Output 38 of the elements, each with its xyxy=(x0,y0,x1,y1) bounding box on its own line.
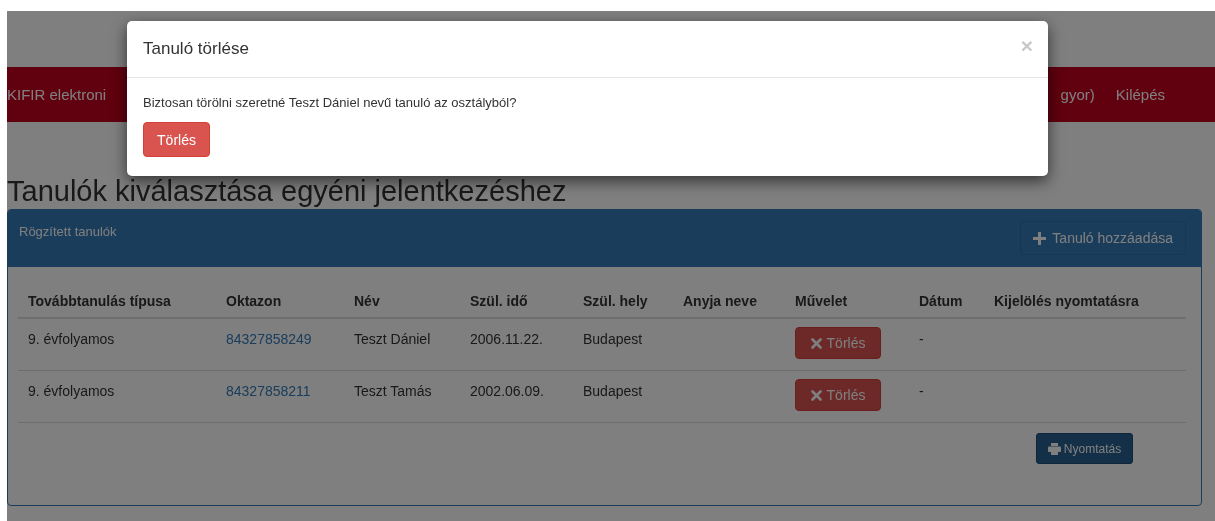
x-icon xyxy=(810,337,822,349)
table-cell: 2002.06.09. xyxy=(460,371,573,423)
column-header: Anyja neve xyxy=(673,286,785,319)
nav-link[interactable]: Kilépés xyxy=(1115,86,1165,103)
column-header: Oktazon xyxy=(216,286,344,319)
column-header: Művelet xyxy=(785,286,909,319)
table-cell: 2006.11.22. xyxy=(460,319,573,371)
page-title: Tanulók kiválasztása egyéni jelentkezéshez xyxy=(7,175,568,209)
delete-button[interactable]: Törlés xyxy=(143,122,210,157)
table-cell: Teszt Dániel xyxy=(344,319,460,371)
table-cell: 9. évfolyamos xyxy=(18,319,216,371)
column-header: Név xyxy=(344,286,460,319)
table-cell: Teszt Tamás xyxy=(344,371,460,423)
nav-link[interactable]: gyor) xyxy=(1060,86,1095,103)
oktazon-link[interactable]: 84327858249 xyxy=(226,331,312,347)
column-header: Dátum xyxy=(909,286,984,319)
column-header: Továbbtanulás típusa xyxy=(18,286,216,319)
panel-title: Rögzített tanulók xyxy=(19,224,117,239)
confirm-message: Biztosan törölni szeretné Teszt Dániel nevű tanuló az osztályból? xyxy=(143,95,518,110)
printer-icon xyxy=(1047,442,1061,455)
oktazon-link[interactable]: 84327858211 xyxy=(226,383,311,399)
close-button[interactable]: × xyxy=(1020,34,1033,58)
table-cell: - xyxy=(909,371,984,423)
modal-title: Tanuló törlése xyxy=(143,39,249,59)
column-header: Szül. idő xyxy=(460,286,573,319)
add-student-button[interactable]: Tanuló hozzáadása xyxy=(1020,221,1186,255)
plus-icon xyxy=(1033,231,1047,245)
delete-button[interactable]: Törlés xyxy=(795,379,881,411)
navbar-brand[interactable]: KIFIR elektroni xyxy=(7,86,107,103)
delete-button[interactable]: Törlés xyxy=(795,327,881,359)
table-cell: - xyxy=(909,319,984,371)
table-cell: Budapest xyxy=(573,319,673,371)
column-header: Kijelölés nyomtatásra xyxy=(984,286,1186,319)
table-cell: 9. évfolyamos xyxy=(18,371,216,423)
print-button[interactable]: Nyomtatás xyxy=(1036,433,1133,464)
table-cell: Budapest xyxy=(573,371,673,423)
column-header: Szül. hely xyxy=(573,286,673,319)
x-icon xyxy=(810,389,822,401)
